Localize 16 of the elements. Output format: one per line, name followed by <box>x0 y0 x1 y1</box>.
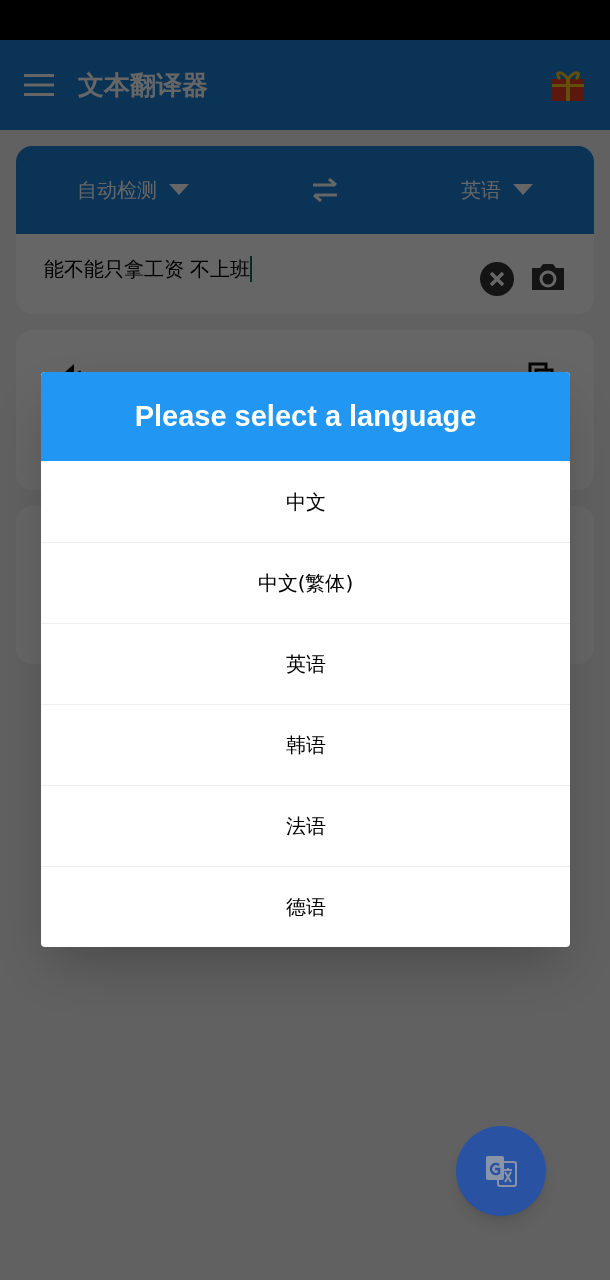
menu-icon[interactable] <box>24 74 54 96</box>
dropdown-caret-icon <box>169 184 189 196</box>
camera-icon[interactable] <box>530 262 566 292</box>
input-field[interactable]: 能不能只拿工资 不上班 <box>44 254 464 284</box>
swap-icon[interactable] <box>311 178 339 202</box>
translate-icon <box>484 1154 518 1188</box>
language-option[interactable]: 中文(繁体) <box>41 542 570 623</box>
language-option[interactable]: 韩语 <box>41 704 570 785</box>
language-option[interactable]: 英语 <box>41 623 570 704</box>
dropdown-caret-icon <box>513 184 533 196</box>
app-title: 文本翻译器 <box>78 68 209 102</box>
dialog-title: Please select a language <box>134 398 477 434</box>
language-option[interactable]: 德语 <box>41 866 570 947</box>
language-option[interactable]: 法语 <box>41 785 570 866</box>
language-option[interactable]: 中文 <box>41 461 570 542</box>
clear-icon[interactable] <box>480 262 514 296</box>
